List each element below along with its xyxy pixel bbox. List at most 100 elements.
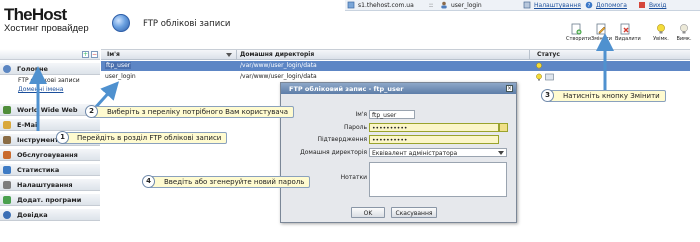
- password-label: Пароль: [343, 124, 367, 131]
- top-bar: s1.thehost.com.ua :: user_login Налаштув…: [345, 0, 700, 11]
- logout-link[interactable]: Вихід: [649, 2, 666, 9]
- callout-2: Виберіть з переліку потрібного Вам корис…: [92, 106, 295, 118]
- row-name: ftp_user: [105, 62, 132, 69]
- password-field[interactable]: ••••••••••: [369, 123, 499, 132]
- sidebar-item-ftp-accounts[interactable]: FTP облікові записи: [18, 77, 80, 84]
- close-icon[interactable]: ×: [506, 85, 513, 92]
- confirm-label: Підтвердження: [317, 136, 367, 143]
- callout-3: Натисніть кнопку Змінити: [548, 90, 666, 102]
- cancel-button[interactable]: Скасування: [391, 207, 437, 218]
- user-icon: [440, 1, 448, 9]
- bulb-on-icon: [655, 23, 667, 35]
- column-header-homedir[interactable]: Домашня директорія: [240, 51, 314, 58]
- create-button[interactable]: Створити: [566, 23, 591, 42]
- tools-icon: [3, 136, 11, 144]
- callout-2-badge: 2: [85, 105, 98, 118]
- logo: TheHost Хостинг провайдер: [4, 6, 96, 34]
- current-user: user_login: [451, 2, 482, 9]
- table-header: Ім'я Домашня директорія Статус: [101, 49, 690, 60]
- generate-password-icon[interactable]: [499, 123, 508, 132]
- table-row[interactable]: ftp_user /var/www/user_login/data: [101, 61, 690, 71]
- homedir-selected: Еквівалент адміністратора: [372, 150, 458, 157]
- settings-icon: [3, 181, 11, 189]
- sidebar-section-service[interactable]: Обслуговування: [0, 149, 100, 161]
- ftp-account-dialog: FTP обліковий запис - ftp_user × Ім'я ft…: [280, 82, 517, 223]
- mail-icon: [3, 121, 11, 129]
- column-header-name[interactable]: Ім'я: [107, 51, 120, 58]
- sidebar-section-help[interactable]: Довідка: [0, 209, 100, 221]
- bulb-off-icon: [678, 23, 690, 35]
- sidebar-section-stats[interactable]: Статистика: [0, 164, 100, 176]
- home-icon: [3, 65, 11, 73]
- name-label: Ім'я: [355, 111, 367, 118]
- callout-1: Перейдіть в розділ FTP облікові записи: [62, 132, 228, 144]
- collapse-all-button[interactable]: −: [91, 51, 98, 58]
- expand-all-button[interactable]: +: [82, 51, 89, 58]
- row-dir: /var/www/user_login/data: [240, 62, 317, 69]
- notes-label: Нотатки: [340, 174, 367, 181]
- settings-icon: [523, 1, 531, 9]
- apps-icon: [3, 196, 11, 204]
- help-icon: [3, 211, 11, 219]
- edit-icon: [595, 23, 607, 35]
- column-separator: [236, 50, 237, 60]
- dialog-title: FTP обліковий запис - ftp_user: [281, 83, 516, 94]
- help-link[interactable]: Допомога: [596, 2, 627, 9]
- confirm-field[interactable]: ••••••••••: [369, 135, 499, 144]
- sidebar-section-apps[interactable]: Додат. програми: [0, 194, 100, 206]
- callout-4: Введіть або згенеруйте новий пароль: [149, 176, 311, 188]
- sidebar-section-main[interactable]: Головне: [0, 63, 100, 75]
- help-icon: ?: [585, 1, 593, 9]
- row-dir: /var/www/user_login/data: [240, 73, 317, 80]
- column-separator: [529, 50, 530, 60]
- delete-icon: [619, 23, 631, 35]
- sort-arrow-icon: [226, 53, 232, 57]
- callout-1-text: Перейдіть в розділ FTP облікові записи: [77, 134, 222, 142]
- edit-label: Змінити: [591, 36, 613, 42]
- callout-2-text: Виберіть з переліку потрібного Вам корис…: [107, 108, 289, 116]
- logout-icon: [638, 1, 646, 9]
- separator: ::: [429, 2, 434, 9]
- server-name: s1.thehost.com.ua: [358, 2, 414, 9]
- sidebar-item-domains[interactable]: Доменні імена: [18, 86, 63, 93]
- ok-button[interactable]: OK: [351, 207, 385, 218]
- account-icon: [545, 73, 554, 83]
- disable-button[interactable]: Вимк.: [674, 23, 694, 42]
- status-on-icon: [535, 62, 543, 72]
- callout-3-text: Натисніть кнопку Змінити: [563, 92, 660, 100]
- notes-field[interactable]: [369, 162, 507, 197]
- create-icon: [570, 23, 582, 35]
- callout-4-badge: 4: [142, 175, 155, 188]
- service-icon: [3, 151, 11, 159]
- create-label: Створити: [566, 36, 591, 42]
- sidebar-section-settings[interactable]: Налаштування: [0, 179, 100, 191]
- page-title: FTP облікові записи: [143, 19, 231, 29]
- edit-button[interactable]: Змінити: [591, 23, 613, 42]
- callout-4-text: Введіть або згенеруйте новий пароль: [164, 178, 305, 186]
- homedir-label: Домашня директорія: [300, 149, 367, 156]
- www-icon: [3, 106, 11, 114]
- sidebar-header: + −: [0, 49, 100, 60]
- stats-icon: [3, 166, 11, 174]
- disable-label: Вимк.: [676, 36, 692, 42]
- row-name: user_login: [105, 73, 136, 80]
- enable-button[interactable]: Увімк.: [651, 23, 671, 42]
- callout-1-badge: 1: [56, 131, 69, 144]
- status-on-icon: [535, 73, 543, 83]
- name-field[interactable]: ftp_user: [369, 110, 415, 119]
- enable-label: Увімк.: [653, 36, 669, 42]
- delete-button[interactable]: Видалити: [615, 23, 641, 42]
- homedir-select[interactable]: Еквівалент адміністратора: [369, 148, 507, 157]
- delete-label: Видалити: [615, 36, 641, 42]
- callout-3-badge: 3: [541, 89, 554, 102]
- logo-title: TheHost: [4, 5, 67, 24]
- column-header-status[interactable]: Статус: [537, 51, 560, 58]
- sidebar-section-email[interactable]: E-Mail: [0, 119, 100, 131]
- globe-icon: [112, 14, 130, 32]
- settings-link[interactable]: Налаштування: [534, 2, 581, 9]
- chevron-down-icon: [498, 151, 504, 155]
- server-icon: [347, 1, 355, 9]
- table-row[interactable]: user_login /var/www/user_login/data: [101, 72, 690, 82]
- svg-text:?: ?: [588, 3, 591, 9]
- logo-subtitle: Хостинг провайдер: [4, 23, 89, 34]
